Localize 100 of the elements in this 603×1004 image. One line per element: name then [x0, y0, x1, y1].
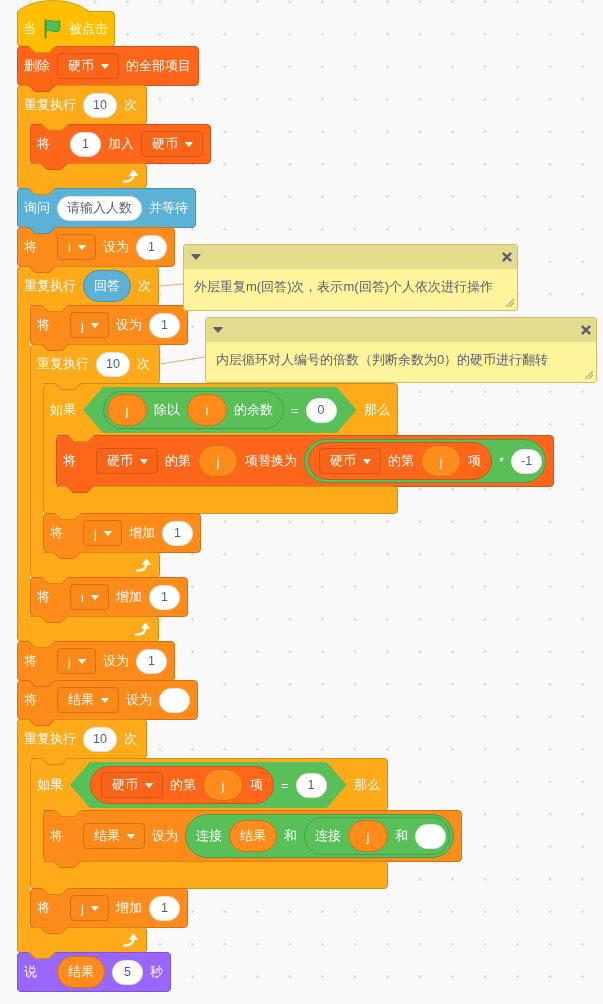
repeat-block[interactable]: 重复执行 10 次: [30, 344, 160, 384]
block-label: 并等待: [149, 199, 188, 217]
caret-icon[interactable]: [191, 254, 201, 260]
block-label: 当: [23, 19, 36, 38]
reporter-block[interactable]: 硬币 的第 j 项 * -1: [304, 439, 547, 483]
block-label: 设为: [152, 827, 178, 845]
input-field[interactable]: -1: [511, 448, 543, 474]
loop-arrow-icon: [123, 933, 138, 947]
command-block[interactable]: 说 结果 5 秒: [17, 952, 171, 992]
input-field[interactable]: [415, 823, 446, 849]
caret-icon: [185, 141, 193, 147]
caret-icon: [127, 833, 135, 839]
block-label: 将: [37, 316, 51, 334]
block-label: 询问: [24, 199, 50, 217]
caret-icon: [90, 594, 99, 600]
block-label: 连接: [315, 827, 341, 845]
block-tab: [53, 861, 81, 868]
block-label: 加入: [108, 135, 134, 153]
input-field[interactable]: 10: [83, 726, 117, 752]
block-label: 设为: [126, 691, 152, 709]
block-label: 重复执行: [24, 96, 76, 114]
caret-icon: [145, 782, 153, 788]
command-block[interactable]: 询问 请输入人数 并等待: [17, 188, 196, 228]
block-label: 增加: [115, 588, 142, 606]
block-label: 重复执行: [37, 355, 89, 373]
input-field[interactable]: 1: [70, 131, 101, 157]
resize-grip-icon[interactable]: [584, 370, 593, 379]
caret-icon: [90, 905, 99, 911]
block-label: 和: [284, 827, 297, 845]
caret-icon[interactable]: [213, 327, 223, 333]
repeat-block[interactable]: 重复执行 10 次: [17, 719, 147, 759]
block-label: 和: [395, 827, 408, 845]
condition-reporter[interactable]: 硬币 的第 j 项 = 1: [70, 762, 347, 808]
block-label: 的第: [165, 452, 191, 470]
block-label: 将: [50, 827, 64, 845]
input-field[interactable]: 0: [305, 397, 337, 423]
block-label: 项: [250, 776, 263, 794]
caret-icon: [101, 63, 109, 69]
input-field[interactable]: [159, 687, 190, 713]
input-field[interactable]: 5: [112, 959, 143, 985]
command-block[interactable]: 将 j 设为 1: [30, 305, 188, 345]
input-field[interactable]: 1: [295, 772, 327, 798]
if-block[interactable]: 如果 j 除以 i 的余数 = 0 那么: [43, 383, 398, 436]
block-label: 将: [37, 135, 51, 153]
block-label: 重复执行: [24, 277, 76, 295]
block-label: 那么: [353, 776, 380, 794]
loop-arrow-icon: [136, 558, 151, 572]
comment-text: 外层重复m(回答)次，表示m(回答)个人依次进行操作: [194, 278, 493, 296]
block-label: 说: [24, 963, 38, 981]
block-label: 次: [138, 277, 151, 295]
block-tab: [40, 163, 68, 170]
block-label: 设为: [115, 316, 142, 334]
block-tab: [66, 486, 94, 493]
block-label: 将: [24, 691, 38, 709]
block-tab: [40, 616, 68, 623]
block-label: 次: [123, 730, 137, 748]
block-label: 将: [37, 899, 51, 917]
block-label: 设为: [102, 652, 129, 670]
block-label: 将: [37, 588, 51, 606]
block-label: 的全部项目: [126, 57, 191, 75]
input-field[interactable]: 1: [135, 234, 167, 260]
input-field[interactable]: 1: [161, 520, 193, 546]
block-label: 将: [50, 524, 64, 542]
caret-icon: [77, 658, 86, 664]
block-label: 的余数: [234, 401, 273, 419]
block-label: 的第: [388, 452, 414, 470]
if-block[interactable]: 如果 硬币 的第 j 项 = 1 那么: [30, 758, 388, 811]
repeat-block[interactable]: 重复执行 10 次: [17, 85, 147, 125]
block-label: 次: [136, 355, 150, 373]
flag-icon: [44, 18, 61, 39]
input-field[interactable]: 请输入人数: [57, 195, 142, 221]
block-label: 项: [468, 452, 481, 470]
caret-icon: [90, 322, 99, 328]
block-label: 除以: [154, 401, 180, 419]
loop-arrow-icon: [123, 169, 138, 183]
close-icon[interactable]: [581, 325, 591, 335]
caret-icon: [140, 458, 148, 464]
block-label: *: [499, 453, 505, 469]
block-label: 增加: [115, 899, 142, 917]
block-tab: [40, 927, 68, 934]
caret-icon: [363, 458, 371, 464]
command-block[interactable]: 将 i 设为 1: [17, 227, 175, 267]
block-label: =: [291, 402, 299, 418]
input-field[interactable]: 1: [135, 648, 167, 674]
comment-text: 内层循环对人编号的倍数（判断余数为0）的硬币进行翻转: [216, 351, 549, 369]
close-icon[interactable]: [502, 252, 512, 262]
input-field[interactable]: 1: [148, 312, 180, 338]
resize-grip-icon[interactable]: [505, 298, 514, 307]
input-field[interactable]: 1: [148, 895, 180, 921]
block-label: 删除: [24, 57, 50, 75]
block-label: 增加: [128, 524, 155, 542]
input-field[interactable]: 10: [96, 351, 130, 377]
block-label: =: [281, 777, 289, 793]
caret-icon: [103, 530, 112, 536]
condition-reporter[interactable]: j 除以 i 的余数 = 0: [83, 387, 357, 433]
command-block[interactable]: 将 j 设为 1: [17, 641, 175, 681]
input-field[interactable]: 10: [83, 92, 117, 118]
input-field[interactable]: 1: [148, 584, 180, 610]
caret-icon: [101, 697, 109, 703]
block-label: 重复执行: [24, 730, 76, 748]
